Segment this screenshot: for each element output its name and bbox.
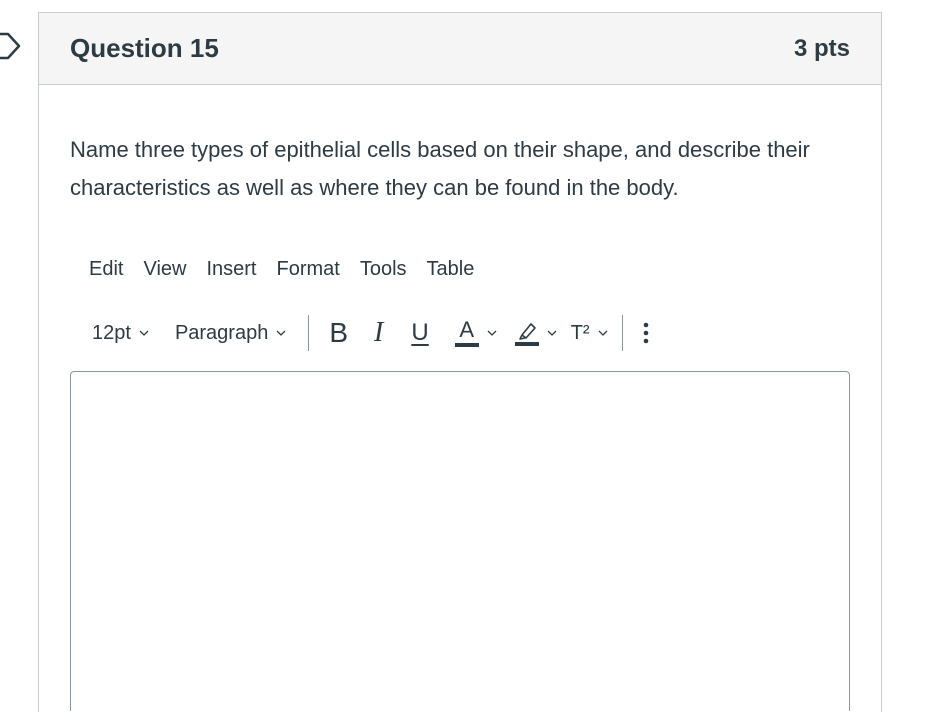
- superscript-button[interactable]: T²: [567, 315, 612, 351]
- flag-question-icon[interactable]: [0, 31, 22, 61]
- menu-tools[interactable]: Tools: [350, 256, 417, 283]
- answer-editor[interactable]: [70, 371, 850, 711]
- menu-view[interactable]: View: [133, 256, 196, 283]
- font-size-value: 12pt: [92, 321, 131, 344]
- highlighter-icon: [518, 322, 536, 340]
- chevron-down-icon: [547, 330, 557, 336]
- menu-table[interactable]: Table: [417, 256, 485, 283]
- question-points: 3 pts: [793, 34, 850, 62]
- superscript-icon: T²: [570, 321, 590, 344]
- question-header: Question 15 3 pts: [39, 13, 881, 85]
- menu-format[interactable]: Format: [267, 256, 350, 283]
- editor-toolbar: 12pt Paragraph B I U A T²: [82, 313, 657, 353]
- chevron-down-icon: [598, 330, 608, 336]
- underline-button[interactable]: U: [401, 315, 438, 351]
- block-format-select[interactable]: Paragraph: [165, 322, 296, 345]
- question-title: Question 15: [70, 33, 219, 63]
- toolbar-divider: [621, 315, 623, 351]
- italic-button[interactable]: I: [364, 315, 393, 351]
- highlight-color-bar: [514, 341, 539, 346]
- chevron-down-icon: [139, 330, 149, 336]
- question-text: Name three types of epithelial cells bas…: [70, 137, 810, 200]
- block-format-value: Paragraph: [174, 321, 269, 344]
- more-vertical-icon: [643, 322, 648, 344]
- text-color-bar: [454, 343, 479, 347]
- question-card: Question 15 3 pts Name three types of ep…: [38, 12, 882, 712]
- chevron-down-icon: [276, 330, 286, 336]
- text-color-icon: A: [459, 317, 475, 342]
- chevron-down-icon: [487, 330, 497, 336]
- bold-button[interactable]: B: [319, 315, 358, 351]
- highlight-color-button[interactable]: [511, 315, 561, 351]
- menu-edit[interactable]: Edit: [79, 256, 133, 283]
- font-size-select[interactable]: 12pt: [82, 322, 159, 345]
- menu-insert[interactable]: Insert: [196, 256, 266, 283]
- more-options-button[interactable]: [635, 315, 657, 351]
- text-color-button[interactable]: A: [451, 315, 501, 351]
- toolbar-divider: [308, 315, 310, 351]
- editor-menubar: Edit View Insert Format Tools Table: [79, 256, 484, 283]
